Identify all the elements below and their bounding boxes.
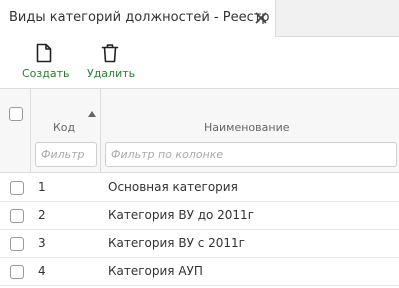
column-header-name[interactable]: Наименование [204, 121, 289, 134]
grid-header: Код Наименование Фильтр Фильтр по колонк… [0, 89, 399, 173]
column-divider [30, 89, 31, 173]
row-code: 3 [38, 236, 46, 250]
code-filter-input[interactable]: Фильтр [35, 142, 97, 167]
row-checkbox[interactable] [10, 265, 24, 279]
table-row[interactable]: 1 Основная категория [0, 174, 399, 202]
create-button-label: Создать [22, 67, 70, 80]
column-header-code[interactable]: Код [53, 121, 75, 134]
data-grid: Код Наименование Фильтр Фильтр по колонк… [0, 88, 399, 288]
create-button[interactable]: Создать [20, 38, 72, 86]
row-checkbox[interactable] [10, 209, 24, 223]
row-name: Основная категория [108, 180, 238, 194]
row-name: Категория ВУ до 2011г [108, 208, 254, 222]
row-code: 2 [38, 208, 46, 222]
tab-registry[interactable]: Виды категорий должностей - Реестр [0, 0, 276, 37]
delete-button[interactable]: Удалить [84, 38, 138, 86]
select-all-checkbox[interactable] [9, 107, 23, 121]
sort-ascending-icon[interactable] [88, 111, 96, 117]
row-checkbox[interactable] [10, 237, 24, 251]
new-document-icon [36, 43, 52, 63]
table-row[interactable]: 4 Категория АУП [0, 258, 399, 286]
row-code: 1 [38, 180, 46, 194]
toolbar: Создать Удалить [0, 38, 399, 86]
delete-button-label: Удалить [87, 67, 136, 80]
column-divider [100, 89, 101, 173]
row-checkbox[interactable] [10, 181, 24, 195]
tab-title: Виды категорий должностей - Реестр [9, 10, 270, 25]
table-row[interactable]: 2 Категория ВУ до 2011г [0, 202, 399, 230]
close-icon[interactable] [252, 9, 270, 27]
row-code: 4 [38, 264, 46, 278]
row-name: Категория ВУ с 2011г [108, 236, 245, 250]
table-row[interactable]: 3 Категория ВУ с 2011г [0, 230, 399, 258]
name-filter-input[interactable]: Фильтр по колонке [105, 142, 397, 167]
trash-icon [101, 44, 119, 63]
row-name: Категория АУП [108, 264, 203, 278]
tab-bar: Виды категорий должностей - Реестр [0, 0, 399, 37]
